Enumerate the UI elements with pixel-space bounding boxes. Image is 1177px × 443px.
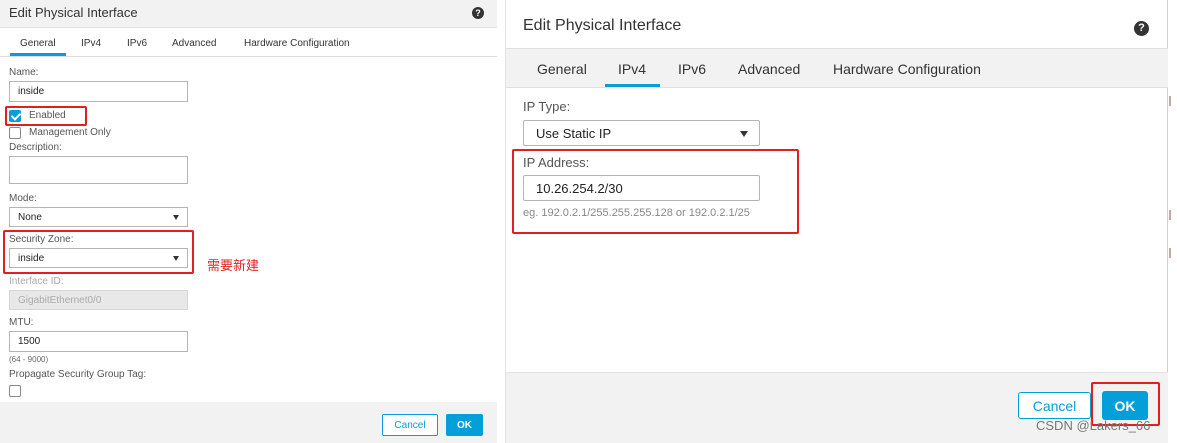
ip-type-label: IP Type: xyxy=(523,99,571,114)
enabled-label: Enabled xyxy=(29,110,66,121)
annotation-note: 需要新建 xyxy=(207,259,260,274)
watermark: CSDN @Lakers_66 xyxy=(1036,418,1151,433)
help-icon[interactable]: ? xyxy=(472,7,484,19)
security-zone-select[interactable]: inside xyxy=(9,248,188,268)
ip-type-select[interactable]: Use Static IP xyxy=(523,120,760,146)
cancel-button[interactable]: Cancel xyxy=(382,414,438,436)
edge-artifact xyxy=(1169,248,1171,258)
tab-general[interactable]: General xyxy=(537,61,587,77)
interface-id-label: Interface ID: xyxy=(9,276,64,287)
right-edit-interface-dialog: Edit Physical Interface ? General IPv4 I… xyxy=(505,0,1168,443)
name-input[interactable]: inside xyxy=(9,81,188,102)
propagate-sgt-checkbox[interactable] xyxy=(9,385,21,397)
left-title-bar: Edit Physical Interface ? xyxy=(0,0,497,28)
security-zone-select-value: inside xyxy=(18,252,45,264)
mode-select[interactable]: None xyxy=(9,207,188,227)
ip-type-select-value: Use Static IP xyxy=(536,125,612,141)
chevron-down-icon xyxy=(740,131,748,137)
enabled-checkbox[interactable] xyxy=(9,110,21,122)
name-label: Name: xyxy=(9,67,39,78)
tab-hardware-configuration[interactable]: Hardware Configuration xyxy=(244,38,350,49)
tab-hardware-configuration[interactable]: Hardware Configuration xyxy=(833,61,981,77)
tab-general[interactable]: General xyxy=(20,38,56,49)
active-tab-indicator xyxy=(605,84,660,87)
left-edit-interface-dialog: Edit Physical Interface ? General IPv4 I… xyxy=(0,0,497,443)
ok-button[interactable]: OK xyxy=(1102,391,1148,420)
ok-button[interactable]: OK xyxy=(446,414,483,436)
propagate-sgt-label: Propagate Security Group Tag: xyxy=(9,369,147,380)
ip-address-hint: eg. 192.0.2.1/255.255.255.128 or 192.0.2… xyxy=(523,207,750,219)
chevron-down-icon xyxy=(173,215,179,220)
management-only-label: Management Only xyxy=(29,127,111,138)
ip-address-input[interactable]: 10.26.254.2/30 xyxy=(523,175,760,201)
description-label: Description: xyxy=(9,142,62,153)
left-dialog-title: Edit Physical Interface xyxy=(9,5,138,20)
right-tab-bar: General IPv4 IPv6 Advanced Hardware Conf… xyxy=(506,48,1168,88)
tab-ipv6[interactable]: IPv6 xyxy=(127,38,147,49)
mtu-range-hint: (64 - 9000) xyxy=(9,355,49,364)
edge-artifact xyxy=(1169,96,1171,106)
left-tab-bar: General IPv4 IPv6 Advanced Hardware Conf… xyxy=(0,31,497,57)
mtu-input[interactable]: 1500 xyxy=(9,331,188,352)
mtu-label: MTU: xyxy=(9,317,34,328)
cancel-button[interactable]: Cancel xyxy=(1018,392,1091,419)
tab-advanced[interactable]: Advanced xyxy=(738,61,800,77)
mode-select-value: None xyxy=(18,211,42,223)
mode-label: Mode: xyxy=(9,193,37,204)
tab-ipv4[interactable]: IPv4 xyxy=(618,61,646,77)
tab-ipv4[interactable]: IPv4 xyxy=(81,38,101,49)
edge-artifact xyxy=(1169,210,1171,220)
ip-address-label: IP Address: xyxy=(523,155,590,170)
tab-advanced[interactable]: Advanced xyxy=(172,38,216,49)
management-only-checkbox[interactable] xyxy=(9,127,21,139)
interface-id-field: GigabitEthernet0/0 xyxy=(9,290,188,310)
chevron-down-icon xyxy=(173,256,179,261)
help-icon[interactable]: ? xyxy=(1134,21,1149,36)
right-dialog-title: Edit Physical Interface xyxy=(523,17,682,34)
tab-ipv6[interactable]: IPv6 xyxy=(678,61,706,77)
active-tab-indicator xyxy=(10,53,66,56)
description-textarea[interactable] xyxy=(9,156,188,184)
security-zone-label: Security Zone: xyxy=(9,234,74,245)
